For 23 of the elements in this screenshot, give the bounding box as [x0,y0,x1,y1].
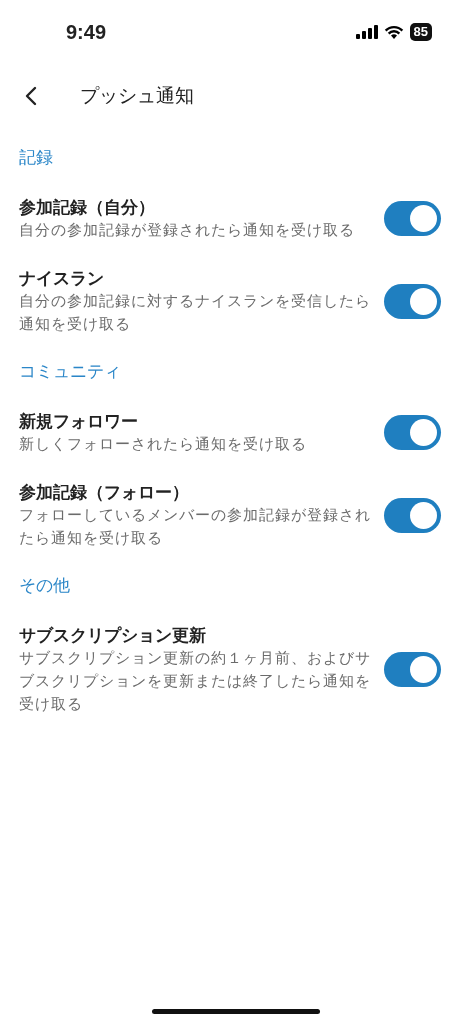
toggle-switch[interactable] [384,201,441,236]
section-heading: 記録 [19,146,54,169]
wifi-icon [383,25,404,39]
toggle-switch[interactable] [384,283,441,319]
setting-description: 自分の参加記録が登録されたら通知を受け取る [19,220,356,241]
setting-description: 新しくフォローされたら通知を受け取る [19,434,308,455]
toggle-switch[interactable] [384,652,441,687]
setting-title: ナイスラン [19,267,105,290]
setting-title: 参加記録（フォロー） [19,481,190,504]
battery-level: 85 [409,23,432,41]
toggle-switch[interactable] [384,415,441,450]
signal-icon [355,25,378,39]
status-time: 9:49 [66,20,107,44]
setting-description: サブスクリプション更新の約１ヶ月前、およびサブスクリプションを更新または終了したら通知を受け取る [19,648,372,715]
setting-title: 参加記録（自分） [19,196,156,219]
page-title: プッシュ通知 [80,83,194,108]
toggle-switch[interactable] [384,497,441,533]
section-heading: その他 [19,574,71,597]
section-heading: コミュニティ [19,360,122,383]
setting-title: サブスクリプション更新 [19,624,207,647]
setting-title: 新規フォロワー [19,410,139,433]
setting-description: 自分の参加記録に対するナイスランを受信したら通知を受け取る [19,291,372,335]
setting-description: フォローしているメンバーの参加記録が登録されたら通知を受け取る [19,505,372,549]
